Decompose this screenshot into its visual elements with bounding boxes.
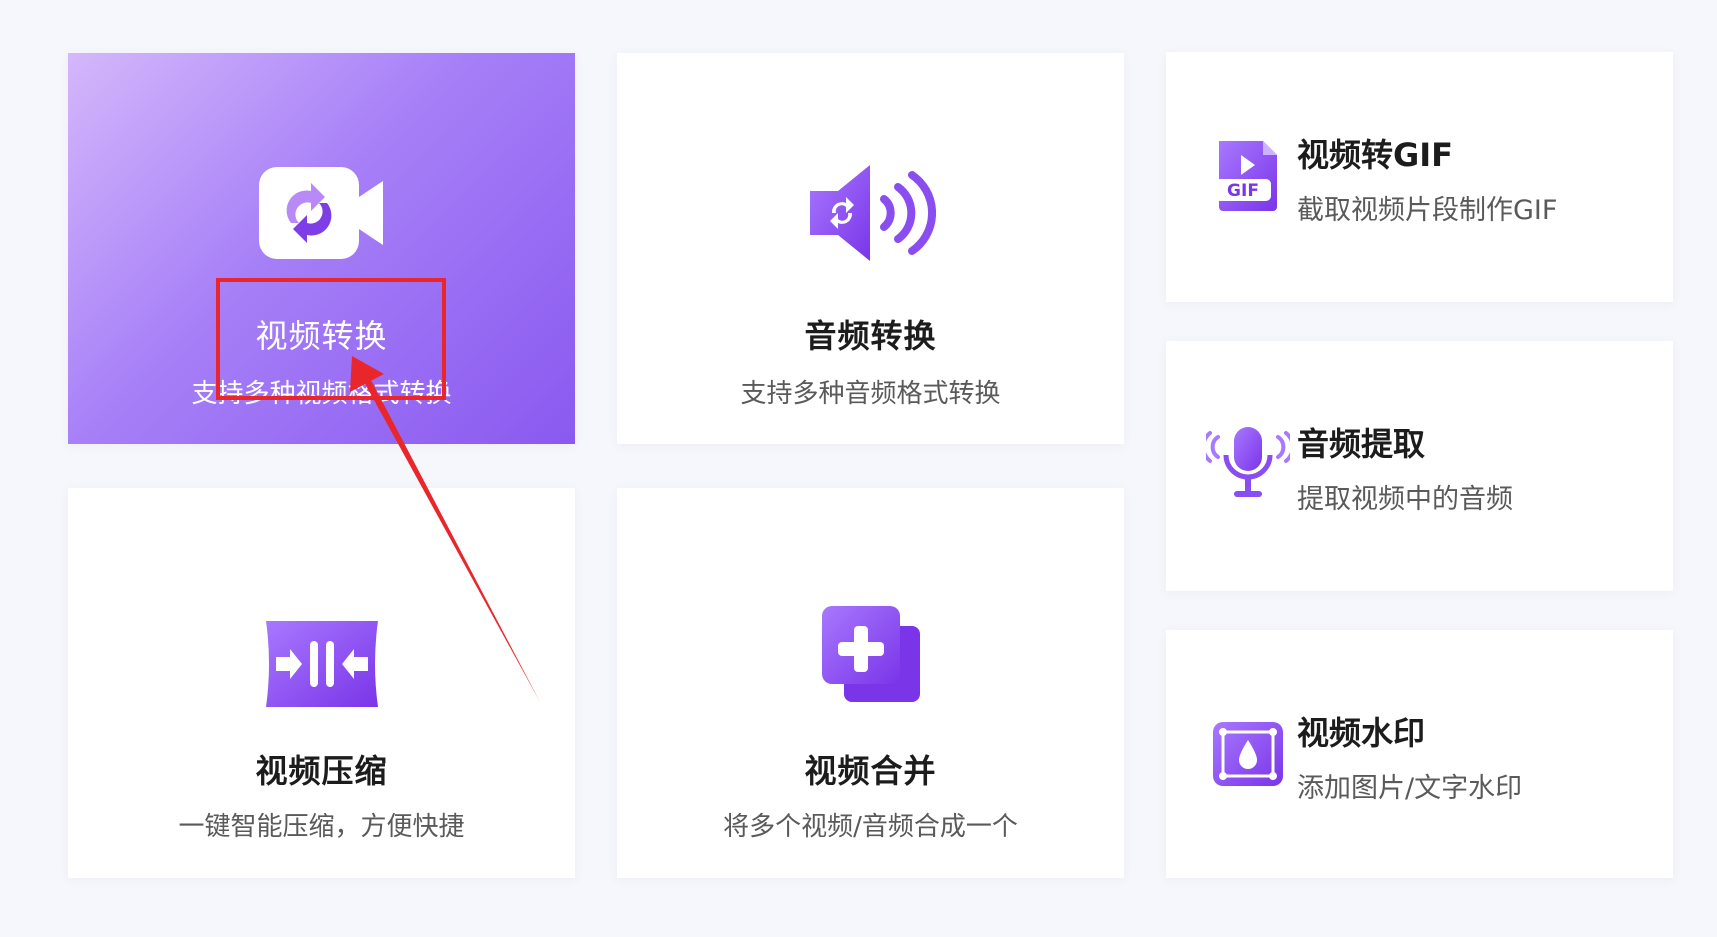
merge-plus-icon xyxy=(806,604,936,704)
card-description: 添加图片/文字水印 xyxy=(1297,773,1523,804)
card-title: 视频压缩 xyxy=(255,752,388,790)
card-description: 一键智能压缩，方便快捷 xyxy=(178,812,465,842)
card-description: 提取视频中的音频 xyxy=(1297,484,1513,515)
card-title: 音频转换 xyxy=(804,317,937,355)
svg-text:GIF: GIF xyxy=(1227,181,1259,201)
watermark-icon xyxy=(1206,712,1290,796)
microphone-icon xyxy=(1206,423,1290,507)
gif-file-icon: GIF xyxy=(1206,134,1290,218)
card-description: 将多个视频/音频合成一个 xyxy=(723,812,1018,842)
card-video-merge[interactable]: 视频合并 将多个视频/音频合成一个 xyxy=(617,488,1124,878)
card-video-to-gif[interactable]: GIF 视频转GIF 截取视频片段制作GIF xyxy=(1166,52,1673,302)
card-video-compress[interactable]: 视频压缩 一键智能压缩，方便快捷 xyxy=(68,488,575,878)
card-description: 支持多种音频格式转换 xyxy=(740,379,1001,409)
card-title: 视频水印 xyxy=(1297,714,1426,752)
highlight-box xyxy=(216,278,446,400)
card-video-watermark[interactable]: 视频水印 添加图片/文字水印 xyxy=(1166,630,1673,878)
card-title: 视频转GIF xyxy=(1297,136,1454,174)
card-audio-extract[interactable]: 音频提取 提取视频中的音频 xyxy=(1166,341,1673,591)
card-title: 音频提取 xyxy=(1297,425,1426,463)
tool-grid: 视频转换 支持多种视频格式转换 音频转换 支持多种音频格式转换 GIF 视频转G… xyxy=(0,0,1717,937)
video-convert-icon xyxy=(257,163,387,263)
card-title: 视频合并 xyxy=(804,752,937,790)
card-description: 截取视频片段制作GIF xyxy=(1297,195,1558,226)
audio-convert-icon xyxy=(806,163,936,263)
compress-icon xyxy=(257,614,387,714)
card-audio-convert[interactable]: 音频转换 支持多种音频格式转换 xyxy=(617,53,1124,444)
